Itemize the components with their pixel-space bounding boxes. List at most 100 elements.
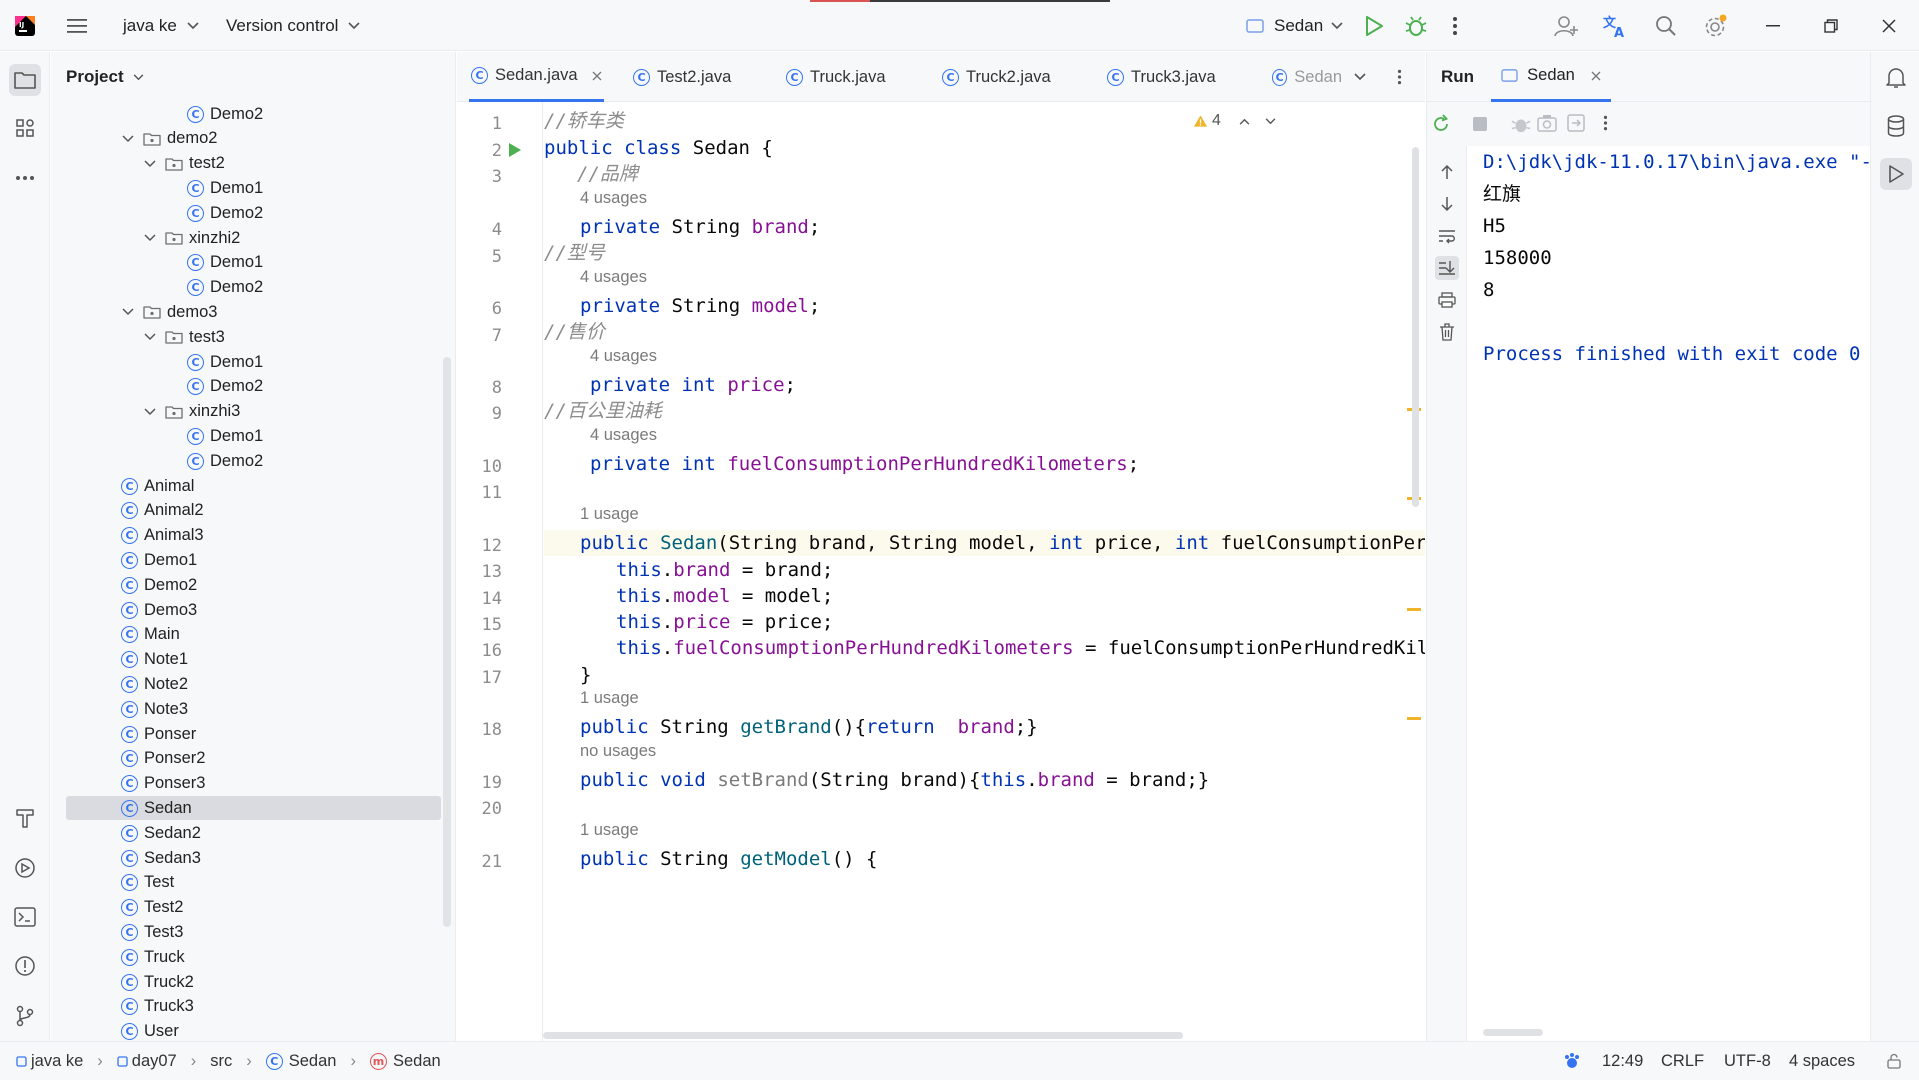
tree-package-item[interactable]: xinzhi2	[51, 226, 441, 250]
tree-class-item[interactable]: C Test	[51, 871, 441, 895]
run-icon[interactable]	[1364, 0, 1384, 51]
scroll-down-icon[interactable]	[1435, 192, 1459, 216]
terminal-icon[interactable]	[9, 901, 41, 933]
tree-class-item[interactable]: C Animal3	[51, 524, 441, 548]
translate-icon[interactable]: 文A	[1603, 0, 1629, 51]
tab-truck3-java[interactable]: C Truck3.java	[1107, 52, 1216, 102]
soft-wrap-icon[interactable]	[1435, 224, 1459, 248]
line-separator[interactable]: CRLF	[1661, 1042, 1704, 1080]
tab-sedan-java[interactable]: C Sedan.java	[469, 52, 604, 102]
editor-vertical-scrollbar[interactable]	[1412, 147, 1419, 507]
tree-class-item[interactable]: C Sedan3	[51, 846, 441, 870]
tree-package-item[interactable]: test2	[51, 152, 441, 176]
assistant-icon[interactable]	[1563, 1042, 1581, 1080]
tree-class-item[interactable]: C Demo2	[51, 573, 441, 597]
tree-class-item[interactable]: C Sedan	[66, 796, 441, 821]
services-icon[interactable]	[9, 852, 41, 884]
app-logo-icon[interactable]: IJ	[14, 0, 36, 51]
hamburger-menu-icon[interactable]	[66, 0, 88, 51]
minimize-icon[interactable]	[1744, 0, 1802, 51]
build-icon[interactable]	[9, 802, 41, 834]
more-vertical-icon[interactable]	[1603, 115, 1608, 131]
tree-class-item[interactable]: C Demo2	[51, 375, 441, 399]
tree-class-item[interactable]: C Note2	[51, 672, 441, 696]
more-vertical-icon[interactable]	[1452, 0, 1458, 51]
add-user-icon[interactable]	[1554, 0, 1578, 51]
more-horizontal-icon[interactable]	[9, 162, 41, 194]
indent-setting[interactable]: 4 spaces	[1789, 1042, 1855, 1080]
project-selector[interactable]: java ke	[123, 0, 199, 51]
usages-hint[interactable]: 4 usages	[580, 189, 647, 208]
notifications-icon[interactable]	[1880, 62, 1912, 94]
tree-class-item[interactable]: C Test3	[51, 920, 441, 944]
tree-class-item[interactable]: C Demo1	[51, 548, 441, 572]
project-scrollbar[interactable]	[443, 357, 451, 927]
tree-class-item[interactable]: C Note3	[51, 697, 441, 721]
tree-class-item[interactable]: C Sedan2	[51, 821, 441, 845]
warning-stripe-mark[interactable]	[1407, 608, 1421, 611]
tab-sedan-partial[interactable]: C Sedan	[1272, 52, 1342, 102]
tree-package-item[interactable]: test3	[51, 325, 441, 349]
tab-test2-java[interactable]: C Test2.java	[633, 52, 731, 102]
tree-class-item[interactable]: C Demo2	[51, 201, 441, 225]
tree-class-item[interactable]: C Ponser3	[51, 772, 441, 796]
breadcrumb-item[interactable]: src	[210, 1052, 232, 1071]
tab-truck-java[interactable]: C Truck.java	[786, 52, 886, 102]
chevron-down-icon[interactable]	[121, 305, 135, 319]
tree-class-item[interactable]: C Demo3	[51, 598, 441, 622]
debug-icon[interactable]	[1405, 0, 1427, 51]
tree-class-item[interactable]: C Truck2	[51, 970, 441, 994]
tree-class-item[interactable]: C Note1	[51, 648, 441, 672]
search-icon[interactable]	[1655, 0, 1677, 51]
print-icon[interactable]	[1435, 288, 1459, 312]
usages-hint[interactable]: 1 usage	[580, 505, 639, 524]
close-tab-icon[interactable]	[592, 71, 602, 81]
run-config-selector[interactable]: Sedan	[1246, 0, 1343, 51]
console-horizontal-scrollbar[interactable]	[1483, 1029, 1543, 1036]
restore-icon[interactable]	[1802, 0, 1860, 51]
close-tab-icon[interactable]	[1591, 71, 1601, 81]
vcs-selector[interactable]: Version control	[226, 0, 361, 51]
debug-icon[interactable]	[1511, 114, 1531, 134]
lock-icon[interactable]	[1887, 1042, 1901, 1080]
usages-hint[interactable]: 4 usages	[590, 347, 657, 366]
close-icon[interactable]	[1860, 0, 1918, 51]
tree-class-item[interactable]: C Truck	[51, 945, 441, 969]
tree-class-item[interactable]: C Demo1	[51, 424, 441, 448]
project-panel-header[interactable]: Project	[51, 52, 455, 102]
tree-class-item[interactable]: C Demo2	[51, 276, 441, 300]
settings-icon[interactable]	[1704, 0, 1728, 51]
usages-hint[interactable]: 1 usage	[580, 821, 639, 840]
stop-icon[interactable]	[1473, 117, 1487, 131]
tree-class-item[interactable]: C Animal2	[51, 499, 441, 523]
scroll-up-icon[interactable]	[1435, 160, 1459, 184]
chevron-down-icon[interactable]	[143, 157, 157, 171]
exit-icon[interactable]	[1567, 114, 1585, 132]
more-vertical-icon[interactable]	[1397, 52, 1402, 102]
git-icon[interactable]	[9, 1000, 41, 1032]
database-icon[interactable]	[1880, 110, 1912, 142]
problems-icon[interactable]	[9, 950, 41, 982]
breadcrumb-item[interactable]: C Sedan	[265, 1052, 336, 1071]
breadcrumb-item[interactable]: m Sedan	[369, 1052, 441, 1071]
structure-icon[interactable]	[9, 112, 41, 144]
tree-class-item[interactable]: C Demo2	[51, 449, 441, 473]
tree-package-item[interactable]: demo2	[51, 127, 441, 151]
chevron-down-icon[interactable]	[143, 405, 157, 419]
code-area[interactable]: //轿车类 4 public class Sedan { //品牌 4 usag…	[544, 102, 1425, 1041]
console-output[interactable]: D:\jdk\jdk-11.0.17\bin\java.exe "-ja 红旗 …	[1483, 147, 1870, 1037]
run-tab-sedan[interactable]: Sedan	[1491, 52, 1611, 102]
usages-hint[interactable]: no usages	[580, 742, 656, 761]
chevron-up-icon[interactable]	[1239, 118, 1250, 125]
run-panel-icon[interactable]	[1880, 158, 1912, 190]
tree-class-item[interactable]: C Demo1	[51, 350, 441, 374]
breadcrumb-item[interactable]: java ke	[16, 1052, 83, 1071]
chevron-down-icon[interactable]	[121, 132, 135, 146]
file-encoding[interactable]: UTF-8	[1724, 1042, 1771, 1080]
tree-class-item[interactable]: C Demo2	[51, 102, 441, 126]
caret-position[interactable]: 12:49	[1602, 1042, 1643, 1080]
chevron-down-icon[interactable]	[143, 330, 157, 344]
tree-class-item[interactable]: C Animal	[51, 474, 441, 498]
tree-class-item[interactable]: C Main	[51, 623, 441, 647]
rerun-icon[interactable]	[1431, 114, 1451, 134]
